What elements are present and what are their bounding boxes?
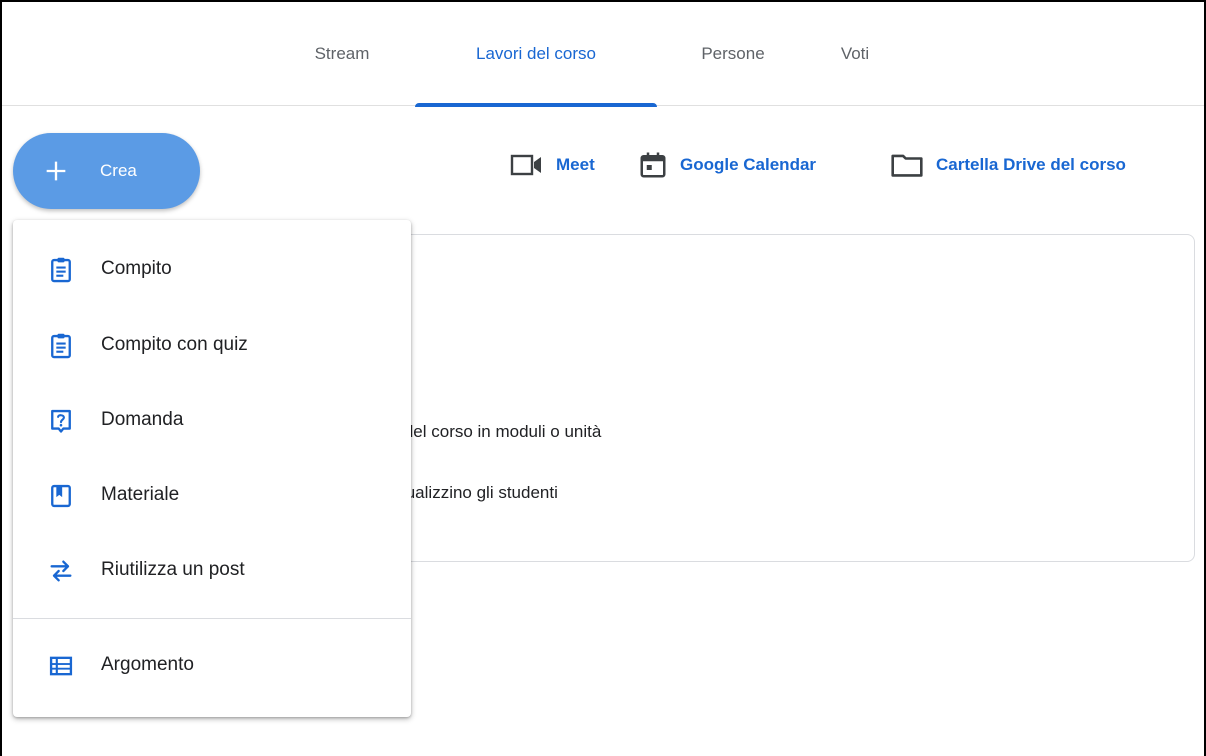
material-icon xyxy=(51,484,71,508)
assignment-icon xyxy=(51,257,71,283)
menu-item-label: Compito con quiz xyxy=(101,334,248,355)
menu-item-label: Argomento xyxy=(101,654,194,675)
tab-stream[interactable]: Stream xyxy=(287,2,397,106)
course-tab-bar: Stream Lavori del corso Persone Voti xyxy=(2,2,1204,107)
menu-item-compito[interactable]: Compito xyxy=(13,239,411,301)
question-icon xyxy=(51,409,71,433)
folder-icon xyxy=(891,154,923,177)
menu-item-domanda[interactable]: Domanda xyxy=(13,390,411,452)
google-calendar-link-label: Google Calendar xyxy=(680,155,817,174)
menu-item-label: Domanda xyxy=(101,409,184,430)
menu-item-materiale[interactable]: Materiale xyxy=(13,465,411,527)
create-button-label: Crea xyxy=(100,161,137,180)
meet-link-label: Meet xyxy=(556,155,595,174)
menu-item-argomento[interactable]: Argomento xyxy=(13,635,411,697)
video-camera-icon xyxy=(510,154,541,176)
tab-lavori-del-corso[interactable]: Lavori del corso xyxy=(415,2,657,107)
menu-item-riutilizza-post[interactable]: Riutilizza un post xyxy=(13,540,411,602)
topic-icon xyxy=(49,656,73,676)
create-menu: Compito Compito con quiz Domanda Materia… xyxy=(13,220,411,717)
calendar-icon xyxy=(640,152,666,178)
tab-persone[interactable]: Persone xyxy=(674,2,792,106)
quiz-assignment-icon xyxy=(51,333,71,359)
menu-item-label: Riutilizza un post xyxy=(101,559,245,580)
reuse-icon xyxy=(50,560,72,582)
drive-folder-link-label: Cartella Drive del corso xyxy=(936,155,1126,174)
drive-folder-link[interactable]: Cartella Drive del corso xyxy=(890,145,1126,185)
meet-link[interactable]: Meet xyxy=(510,145,595,185)
google-calendar-link[interactable]: Google Calendar xyxy=(638,145,816,185)
menu-item-compito-con-quiz[interactable]: Compito con quiz xyxy=(13,315,411,377)
menu-item-label: Compito xyxy=(101,258,172,279)
create-button[interactable]: Crea xyxy=(13,133,200,209)
tab-voti[interactable]: Voti xyxy=(810,2,900,106)
plus-icon xyxy=(46,161,66,181)
menu-item-label: Materiale xyxy=(101,484,180,505)
menu-divider xyxy=(13,618,411,619)
